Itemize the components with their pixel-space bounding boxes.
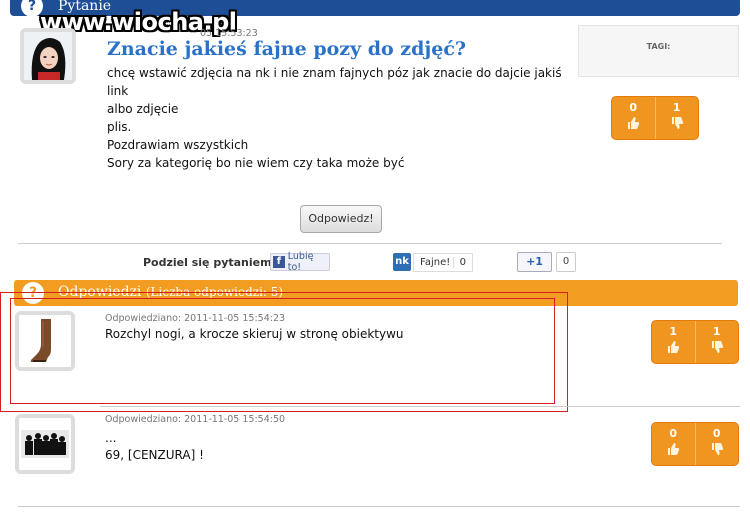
upvote-count: 0 — [629, 101, 638, 114]
reply-button[interactable]: Odpowiedz! — [300, 205, 382, 233]
answer-vote-box: 0 0 — [651, 422, 739, 466]
divider — [100, 406, 740, 407]
question-line: albo zdjęcie — [107, 102, 179, 116]
downvote-count: 1 — [712, 325, 721, 338]
asker-avatar[interactable] — [20, 28, 76, 84]
band-photo-image — [19, 418, 71, 470]
facebook-like-button[interactable]: f Lubię to! — [270, 251, 330, 273]
question-line: chcę wstawić zdjęcia na nk i nie znam fa… — [107, 66, 562, 98]
divider — [18, 506, 740, 507]
question-line: Sory za kategorię bo nie wiem czy taka m… — [107, 156, 405, 170]
tags-box: TAGI: — [578, 25, 739, 77]
thumbs-up-button[interactable]: 0 — [612, 97, 655, 139]
answer-meta: Odpowiedziano: 2011-11-05 15:54:50 — [105, 414, 286, 425]
thumbs-up-icon — [668, 341, 680, 353]
thumbs-down-button[interactable]: 0 — [694, 423, 739, 465]
thumbs-up-icon — [668, 443, 680, 455]
upvote-count: 1 — [669, 325, 678, 338]
answer-avatar[interactable] — [15, 414, 75, 474]
question-vote-box: 0 1 — [611, 96, 699, 140]
thumbs-up-icon — [628, 117, 640, 129]
facebook-icon: f — [273, 256, 285, 268]
answer-line: ... — [105, 431, 117, 445]
nk-icon[interactable]: nk — [393, 253, 411, 271]
facebook-like-label: Lubię to! — [287, 251, 314, 273]
nk-label: Fajne! — [420, 257, 451, 268]
thumbs-down-button[interactable]: 1 — [654, 97, 699, 139]
answer-text: Rozchyl nogi, a krocze skieruj w stronę … — [105, 327, 404, 341]
question-body: chcę wstawić zdjęcia na nk i nie znam fa… — [107, 64, 567, 172]
thumbs-down-icon — [711, 443, 723, 455]
google-plus-button[interactable]: +1 — [517, 252, 552, 272]
thumbs-down-icon — [671, 117, 683, 129]
tags-label: TAGI: — [646, 42, 671, 51]
answer-avatar[interactable] — [15, 311, 75, 371]
answer-meta: Odpowiedziano: 2011-11-05 15:54:23 — [105, 313, 286, 324]
nk-count: 0 — [452, 257, 472, 268]
thumbs-down-button[interactable]: 1 — [694, 321, 739, 363]
nk-fajne-button[interactable]: Fajne! 0 — [413, 253, 473, 272]
downvote-count: 1 — [672, 101, 681, 114]
answer-text: ... 69, [CENZURA] ! — [105, 430, 204, 464]
question-line: Pozdrawiam wszystkich — [107, 138, 249, 152]
question-title[interactable]: Znacie jakieś fajne pozy do zdjęć? — [107, 38, 466, 60]
upvote-count: 0 — [669, 427, 678, 440]
answer-line: 69, [CENZURA] ! — [105, 448, 204, 462]
question-line: plis. — [107, 120, 132, 134]
boot-image — [19, 315, 71, 367]
avatar-girl-image — [24, 32, 72, 80]
divider — [18, 243, 722, 244]
thumbs-down-icon — [711, 341, 723, 353]
thumbs-up-button[interactable]: 1 — [652, 321, 695, 363]
answer-vote-box: 1 1 — [651, 320, 739, 364]
thumbs-up-button[interactable]: 0 — [652, 423, 695, 465]
downvote-count: 0 — [712, 427, 721, 440]
google-plus-count: 0 — [556, 252, 576, 272]
